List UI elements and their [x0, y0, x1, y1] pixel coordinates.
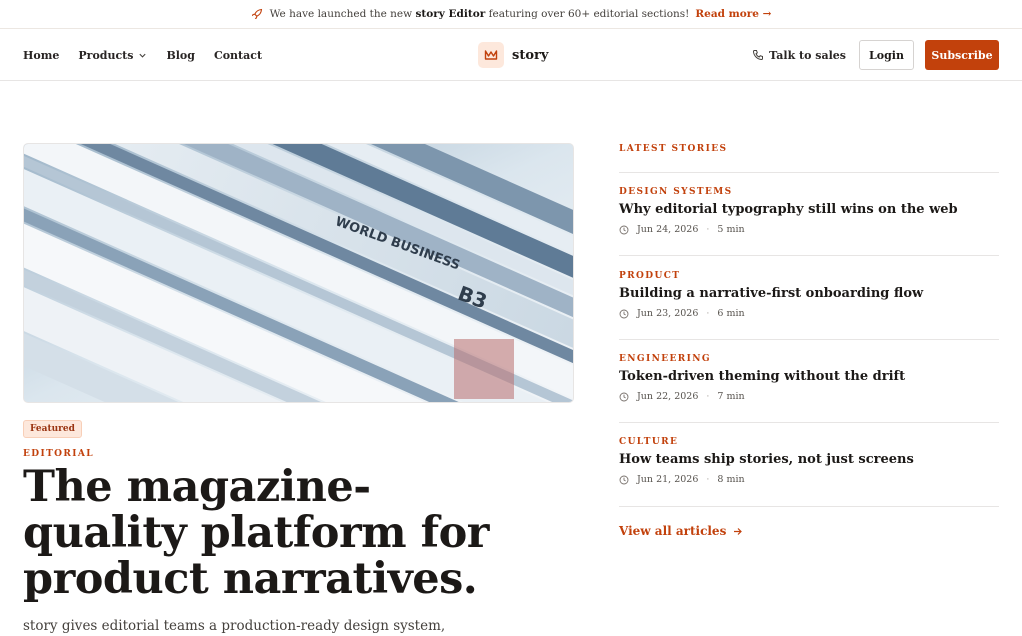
clock-icon [619, 392, 629, 401]
logo-icon [478, 42, 504, 68]
story-date: Jun 24, 2026 [637, 224, 699, 235]
story-read-time: 8 min [717, 474, 745, 485]
story-meta: Jun 21, 2026 · 8 min [619, 474, 999, 485]
nav-link-contact[interactable]: Contact [214, 49, 262, 62]
nav-actions: Talk to sales Login Subscribe [752, 40, 999, 70]
arrow-right-icon [734, 527, 743, 535]
nav-link-products-label: Products [78, 48, 134, 62]
subscribe-button[interactable]: Subscribe [925, 40, 999, 70]
divider [619, 172, 999, 173]
clock-icon [619, 309, 629, 318]
story-title[interactable]: Token-driven theming without the drift [619, 369, 999, 384]
nav-link-home[interactable]: Home [23, 49, 59, 62]
chevron-down-icon [139, 53, 147, 58]
talk-to-sales-label: Talk to sales [769, 48, 846, 62]
story-category: PRODUCT [619, 271, 681, 281]
brand-logo[interactable]: story [478, 42, 548, 68]
nav-links: Home Products Blog Contact [23, 29, 281, 81]
hero-image: WORLD BUSINESS B3 [23, 143, 574, 403]
story-title[interactable]: How teams ship stories, not just screens [619, 452, 999, 467]
featured-badge: Featured [23, 420, 82, 438]
announcement-prefix: We have launched the new [269, 8, 413, 20]
announcement-bar: We have launched the new story Editor fe… [0, 0, 1022, 29]
divider [619, 422, 999, 423]
story-category: CULTURE [619, 437, 679, 447]
read-more-link[interactable]: Read more → [695, 8, 771, 20]
story-title[interactable]: Why editorial typography still wins on t… [619, 202, 999, 217]
announcement-highlight: story Editor [415, 8, 486, 20]
newspaper-photo: WORLD BUSINESS B3 [24, 144, 573, 402]
story-read-time: 5 min [717, 224, 745, 235]
story-meta: Jun 23, 2026 · 6 min [619, 308, 999, 319]
brand-name: story [512, 47, 549, 63]
divider [619, 255, 999, 256]
story-meta: Jun 22, 2026 · 7 min [619, 391, 999, 402]
divider [619, 506, 999, 507]
view-all-label: View all articles [619, 524, 727, 538]
story-title[interactable]: Building a narrative-first onboarding fl… [619, 286, 999, 301]
nav-link-blog[interactable]: Blog [166, 49, 195, 62]
story-read-time: 6 min [717, 308, 745, 319]
nav-link-products[interactable]: Products [78, 49, 147, 62]
story-date: Jun 21, 2026 [637, 474, 699, 485]
announcement-suffix: featuring over 60+ editorial sections! [488, 8, 690, 20]
story-item[interactable]: DESIGN SYSTEMS Why editorial typography … [619, 187, 999, 235]
hero-headline: The magazine-quality platform for produc… [23, 462, 489, 604]
rocket-icon [251, 8, 262, 19]
hero-kicker: EDITORIAL [23, 449, 95, 459]
story-date: Jun 22, 2026 [637, 391, 699, 402]
story-item[interactable]: ENGINEERING Token-driven theming without… [619, 354, 999, 402]
hero-lede: story gives editorial teams a production… [23, 618, 446, 634]
view-all-articles-link[interactable]: View all articles [619, 524, 743, 538]
phone-icon [753, 50, 764, 61]
top-navigation: Home Products Blog Contact story Talk to… [0, 29, 1022, 81]
login-button[interactable]: Login [859, 40, 914, 70]
latest-stories-title: LATEST STORIES [619, 144, 728, 154]
story-category: DESIGN SYSTEMS [619, 187, 733, 197]
talk-to-sales-link[interactable]: Talk to sales [752, 49, 846, 62]
story-date: Jun 23, 2026 [637, 308, 699, 319]
story-read-time: 7 min [717, 391, 745, 402]
story-item[interactable]: PRODUCT Building a narrative-first onboa… [619, 271, 999, 319]
story-category: ENGINEERING [619, 354, 711, 364]
divider [619, 339, 999, 340]
story-item[interactable]: CULTURE How teams ship stories, not just… [619, 437, 999, 485]
story-meta: Jun 24, 2026 · 5 min [619, 224, 999, 235]
clock-icon [619, 475, 629, 484]
clock-icon [619, 225, 629, 234]
